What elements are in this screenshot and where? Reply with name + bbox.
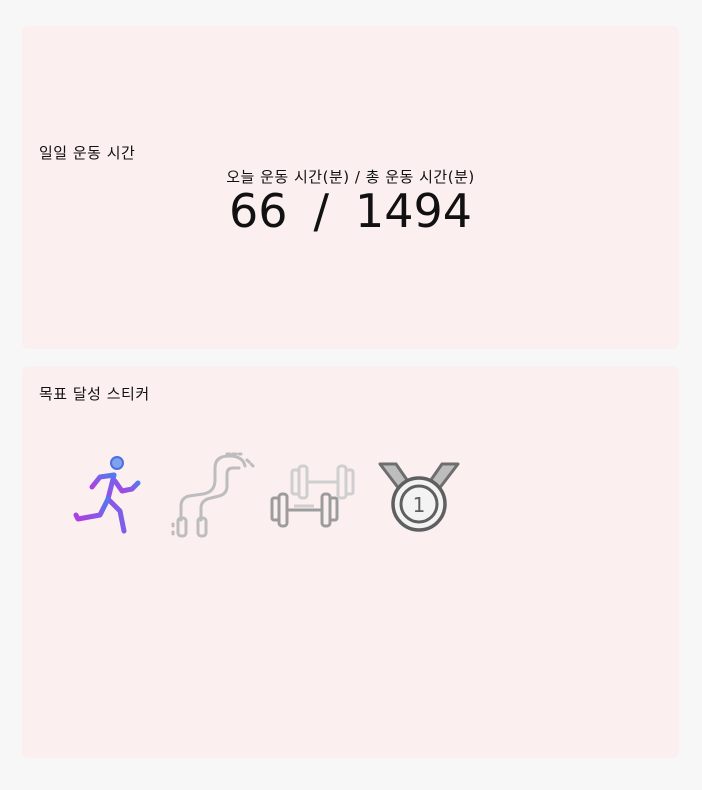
- sticker-dumbbells[interactable]: [264, 451, 367, 541]
- sticker-jump-rope[interactable]: [161, 451, 264, 541]
- running-person-icon: [73, 456, 140, 534]
- jump-rope-icon: [171, 452, 254, 538]
- daily-exercise-title: 일일 운동 시간: [39, 144, 136, 162]
- dumbbells-icon: [270, 464, 354, 528]
- sticker-running[interactable]: [58, 451, 161, 541]
- sticker-list: 1: [58, 451, 470, 541]
- exercise-time-values: 66 / 1494: [22, 184, 679, 239]
- daily-exercise-card: 일일 운동 시간 오늘 운동 시간(분) / 총 운동 시간(분) 66/149…: [22, 26, 679, 349]
- goal-stickers-title: 목표 달성 스티커: [39, 385, 150, 403]
- svg-text:1: 1: [412, 493, 425, 517]
- sticker-medal[interactable]: 1: [367, 451, 470, 541]
- today-minutes-value: 66: [228, 184, 288, 238]
- medal-icon: 1: [378, 462, 459, 532]
- total-minutes-value: 1494: [354, 184, 473, 238]
- goal-stickers-card: 목표 달성 스티커 1: [22, 366, 679, 758]
- value-separator: /: [313, 184, 329, 238]
